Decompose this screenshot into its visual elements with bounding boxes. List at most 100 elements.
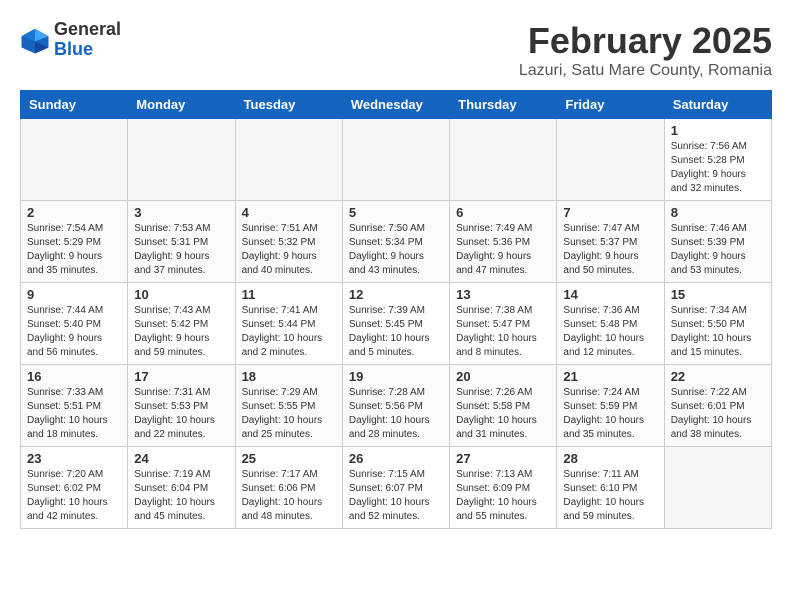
calendar-cell: 6Sunrise: 7:49 AM Sunset: 5:36 PM Daylig… — [450, 201, 557, 283]
calendar-cell — [21, 119, 128, 201]
day-number: 28 — [563, 451, 657, 466]
day-number: 13 — [456, 287, 550, 302]
title-section: February 2025 Lazuri, Satu Mare County, … — [519, 20, 772, 80]
calendar-cell: 13 Sunrise: 7:38 AM Sunset: 5:47 PM Dayli… — [450, 283, 557, 365]
column-header-sunday: Sunday — [21, 91, 128, 119]
calendar-cell: 22 Sunrise: 7:22 AM Sunset: 6:01 PM Dayli… — [664, 365, 771, 447]
calendar-cell: 18 Sunrise: 7:29 AM Sunset: 5:55 PM Dayli… — [235, 365, 342, 447]
calendar-cell: 3Sunrise: 7:53 AM Sunset: 5:31 PM Daylig… — [128, 201, 235, 283]
calendar-cell: 26 Sunrise: 7:15 AM Sunset: 6:07 PM Dayli… — [342, 447, 449, 529]
column-header-thursday: Thursday — [450, 91, 557, 119]
main-title: February 2025 — [519, 20, 772, 62]
day-number: 19 — [349, 369, 443, 384]
calendar-cell — [450, 119, 557, 201]
day-info: Sunrise: 7:11 AM Sunset: 6:10 PM Dayligh… — [563, 468, 657, 524]
day-number: 17 — [134, 369, 228, 384]
column-header-wednesday: Wednesday — [342, 91, 449, 119]
calendar-cell: 2Sunrise: 7:54 AM Sunset: 5:29 PM Daylig… — [21, 201, 128, 283]
day-info: Sunrise: 7:20 AM Sunset: 6:02 PM Dayligh… — [27, 468, 121, 524]
day-info: Sunrise: 7:39 AM Sunset: 5:45 PM Dayligh… — [349, 304, 443, 360]
calendar-cell: 4 Sunrise: 7:51 AM Sunset: 5:32 PM Daylig… — [235, 201, 342, 283]
calendar-cell: 9 Sunrise: 7:44 AM Sunset: 5:40 PM Daylig… — [21, 283, 128, 365]
calendar-cell: 21Sunrise: 7:24 AM Sunset: 5:59 PM Dayli… — [557, 365, 664, 447]
column-header-monday: Monday — [128, 91, 235, 119]
day-info: Sunrise: 7:41 AM Sunset: 5:44 PM Dayligh… — [242, 304, 336, 360]
calendar-cell: 27 Sunrise: 7:13 AM Sunset: 6:09 PM Dayli… — [450, 447, 557, 529]
calendar-cell: 12 Sunrise: 7:39 AM Sunset: 5:45 PM Dayli… — [342, 283, 449, 365]
day-info: Sunrise: 7:24 AM Sunset: 5:59 PM Dayligh… — [563, 386, 657, 442]
column-header-tuesday: Tuesday — [235, 91, 342, 119]
day-info: Sunrise: 7:19 AM Sunset: 6:04 PM Dayligh… — [134, 468, 228, 524]
week-row-5: 23 Sunrise: 7:20 AM Sunset: 6:02 PM Dayli… — [21, 447, 772, 529]
day-number: 23 — [27, 451, 121, 466]
calendar-cell — [557, 119, 664, 201]
subtitle: Lazuri, Satu Mare County, Romania — [519, 62, 772, 80]
day-number: 25 — [242, 451, 336, 466]
logo-general: General — [54, 20, 121, 40]
day-info: Sunrise: 7:34 AM Sunset: 5:50 PM Dayligh… — [671, 304, 765, 360]
calendar-cell: 16 Sunrise: 7:33 AM Sunset: 5:51 PM Dayli… — [21, 365, 128, 447]
day-number: 9 — [27, 287, 121, 302]
logo: General Blue — [20, 20, 121, 60]
day-number: 18 — [242, 369, 336, 384]
calendar-cell: 15 Sunrise: 7:34 AM Sunset: 5:50 PM Dayli… — [664, 283, 771, 365]
day-info: Sunrise: 7:22 AM Sunset: 6:01 PM Dayligh… — [671, 386, 765, 442]
day-info: Sunrise: 7:28 AM Sunset: 5:56 PM Dayligh… — [349, 386, 443, 442]
day-info: Sunrise: 7:46 AM Sunset: 5:39 PM Dayligh… — [671, 222, 765, 278]
calendar-cell: 25 Sunrise: 7:17 AM Sunset: 6:06 PM Dayli… — [235, 447, 342, 529]
day-info: Sunrise: 7:38 AM Sunset: 5:47 PM Dayligh… — [456, 304, 550, 360]
day-number: 27 — [456, 451, 550, 466]
day-number: 4 — [242, 205, 336, 220]
week-row-3: 9 Sunrise: 7:44 AM Sunset: 5:40 PM Daylig… — [21, 283, 772, 365]
header-section: General Blue February 2025 Lazuri, Satu … — [20, 20, 772, 80]
day-info: Sunrise: 7:36 AM Sunset: 5:48 PM Dayligh… — [563, 304, 657, 360]
calendar-cell: 24 Sunrise: 7:19 AM Sunset: 6:04 PM Dayli… — [128, 447, 235, 529]
day-number: 24 — [134, 451, 228, 466]
day-number: 6 — [456, 205, 550, 220]
calendar-cell: 10Sunrise: 7:43 AM Sunset: 5:42 PM Dayli… — [128, 283, 235, 365]
day-number: 22 — [671, 369, 765, 384]
calendar-cell: 11 Sunrise: 7:41 AM Sunset: 5:44 PM Dayli… — [235, 283, 342, 365]
day-info: Sunrise: 7:43 AM Sunset: 5:42 PM Dayligh… — [134, 304, 228, 360]
day-number: 16 — [27, 369, 121, 384]
day-number: 15 — [671, 287, 765, 302]
day-info: Sunrise: 7:29 AM Sunset: 5:55 PM Dayligh… — [242, 386, 336, 442]
calendar-cell: 20 Sunrise: 7:26 AM Sunset: 5:58 PM Dayli… — [450, 365, 557, 447]
day-number: 5 — [349, 205, 443, 220]
week-row-2: 2Sunrise: 7:54 AM Sunset: 5:29 PM Daylig… — [21, 201, 772, 283]
calendar-cell — [342, 119, 449, 201]
day-number: 8 — [671, 205, 765, 220]
day-number: 1 — [671, 123, 765, 138]
day-info: Sunrise: 7:17 AM Sunset: 6:06 PM Dayligh… — [242, 468, 336, 524]
day-info: Sunrise: 7:33 AM Sunset: 5:51 PM Dayligh… — [27, 386, 121, 442]
calendar-header-row: SundayMondayTuesdayWednesdayThursdayFrid… — [21, 91, 772, 119]
calendar-cell — [128, 119, 235, 201]
day-number: 20 — [456, 369, 550, 384]
calendar-cell: 14 Sunrise: 7:36 AM Sunset: 5:48 PM Dayli… — [557, 283, 664, 365]
day-number: 11 — [242, 287, 336, 302]
day-info: Sunrise: 7:15 AM Sunset: 6:07 PM Dayligh… — [349, 468, 443, 524]
day-number: 2 — [27, 205, 121, 220]
day-info: Sunrise: 7:44 AM Sunset: 5:40 PM Dayligh… — [27, 304, 121, 360]
calendar-cell: 28 Sunrise: 7:11 AM Sunset: 6:10 PM Dayli… — [557, 447, 664, 529]
calendar-cell: 7Sunrise: 7:47 AM Sunset: 5:37 PM Daylig… — [557, 201, 664, 283]
day-info: Sunrise: 7:51 AM Sunset: 5:32 PM Dayligh… — [242, 222, 336, 278]
calendar-cell: 8 Sunrise: 7:46 AM Sunset: 5:39 PM Daylig… — [664, 201, 771, 283]
calendar-cell: 19 Sunrise: 7:28 AM Sunset: 5:56 PM Dayli… — [342, 365, 449, 447]
calendar-cell — [235, 119, 342, 201]
day-info: Sunrise: 7:13 AM Sunset: 6:09 PM Dayligh… — [456, 468, 550, 524]
day-number: 14 — [563, 287, 657, 302]
day-info: Sunrise: 7:53 AM Sunset: 5:31 PM Dayligh… — [134, 222, 228, 278]
logo-blue: Blue — [54, 40, 121, 60]
week-row-4: 16 Sunrise: 7:33 AM Sunset: 5:51 PM Dayli… — [21, 365, 772, 447]
day-info: Sunrise: 7:56 AM Sunset: 5:28 PM Dayligh… — [671, 140, 765, 196]
day-number: 12 — [349, 287, 443, 302]
calendar-cell: 5Sunrise: 7:50 AM Sunset: 5:34 PM Daylig… — [342, 201, 449, 283]
week-row-1: 1 Sunrise: 7:56 AM Sunset: 5:28 PM Daylig… — [21, 119, 772, 201]
day-info: Sunrise: 7:47 AM Sunset: 5:37 PM Dayligh… — [563, 222, 657, 278]
calendar-cell — [664, 447, 771, 529]
calendar: SundayMondayTuesdayWednesdayThursdayFrid… — [20, 90, 772, 529]
calendar-cell: 23 Sunrise: 7:20 AM Sunset: 6:02 PM Dayli… — [21, 447, 128, 529]
day-number: 26 — [349, 451, 443, 466]
day-info: Sunrise: 7:26 AM Sunset: 5:58 PM Dayligh… — [456, 386, 550, 442]
